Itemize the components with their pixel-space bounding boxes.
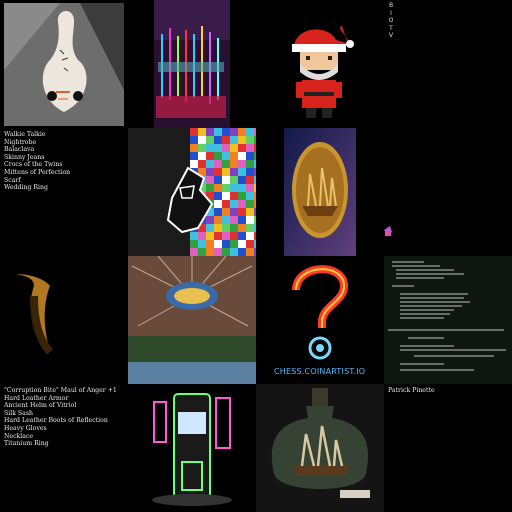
fish-collage-image bbox=[128, 256, 256, 384]
tile-glitch-art[interactable] bbox=[128, 0, 256, 128]
vertical-letter: V bbox=[388, 32, 394, 39]
tile-ship-coin[interactable] bbox=[256, 128, 384, 256]
ship-bottle-image bbox=[256, 384, 384, 512]
equipment-list-one: Walkie Talkie Nightrobe Balaclava Skinny Je… bbox=[0, 128, 128, 256]
gorilla-pixels-image bbox=[128, 128, 256, 256]
code-screen-image bbox=[384, 256, 512, 384]
owner-panel: Patrick Pinette bbox=[384, 384, 512, 512]
equipment-item: Hard Leather Boots of Reflection bbox=[4, 417, 108, 425]
equipment-item: Balaclava bbox=[4, 146, 35, 154]
pixel-santa-image bbox=[292, 26, 354, 118]
neon-caption: CHESS.COINARTIST.IO bbox=[274, 367, 366, 376]
ship-coin-image bbox=[284, 128, 356, 256]
neon-arcade-image bbox=[152, 393, 232, 506]
dark-swirl-image bbox=[16, 274, 54, 355]
equipment-item: Skinny Jeans bbox=[4, 153, 45, 161]
equipment-item: Titanium Ring bbox=[4, 440, 49, 448]
equipment-item: Hard Leather Armor bbox=[4, 394, 69, 402]
vertical-letter: T bbox=[389, 24, 393, 32]
tile-neon-arcade[interactable] bbox=[128, 384, 256, 512]
equipment-item: "Corruption Bite" Maul of Anger +1 bbox=[4, 387, 117, 394]
tile-pixel-santa[interactable] bbox=[256, 0, 384, 128]
vertical-letter: B bbox=[388, 2, 394, 9]
vertical-letter: I bbox=[390, 9, 392, 17]
equipment-item: Nightrobe bbox=[4, 138, 37, 146]
owner-name[interactable]: Patrick Pinette bbox=[388, 387, 508, 395]
tile-dark-swirl[interactable] bbox=[0, 256, 128, 384]
equipment-item: Necklace bbox=[4, 432, 34, 440]
tile-gorilla-pixels[interactable] bbox=[128, 128, 256, 256]
tile-small-icon[interactable] bbox=[384, 128, 512, 256]
equipment-item: Mittens of Perfection bbox=[4, 168, 71, 176]
equipment-item: Silk Sash bbox=[4, 409, 34, 417]
tile-ship-bottle[interactable] bbox=[256, 384, 384, 512]
sculpture-head-image bbox=[4, 3, 124, 126]
equipment-list-two: "Corruption Bite" Maul of Anger +1 Hard L… bbox=[0, 384, 128, 512]
tile-code-screen[interactable] bbox=[384, 256, 512, 384]
vertical-label: B I O T V bbox=[388, 2, 394, 40]
neon-question-image bbox=[292, 265, 349, 360]
glitch-art-image bbox=[154, 0, 230, 128]
tiny-figure-image bbox=[384, 226, 392, 236]
nft-gallery-grid: Walkie Talkie Nightrobe Balaclava Skinny Je… bbox=[0, 0, 512, 512]
equipment-item: Crocs of the Twins bbox=[4, 161, 63, 169]
tile-sculpture-head[interactable] bbox=[0, 0, 128, 128]
equipment-item: Scarf bbox=[4, 176, 21, 184]
equipment-item: Walkie Talkie bbox=[4, 131, 46, 138]
tile-neon-question[interactable]: CHESS.COINARTIST.IO bbox=[256, 256, 384, 384]
vertical-letter: O bbox=[388, 17, 394, 24]
tile-vertical-label bbox=[384, 0, 512, 128]
equipment-item: Ancient Helm of Vitriol bbox=[4, 402, 77, 410]
equipment-item: Heavy Gloves bbox=[4, 424, 47, 432]
tile-fish-collage[interactable] bbox=[128, 256, 256, 384]
equipment-item: Wedding Ring bbox=[4, 184, 48, 192]
